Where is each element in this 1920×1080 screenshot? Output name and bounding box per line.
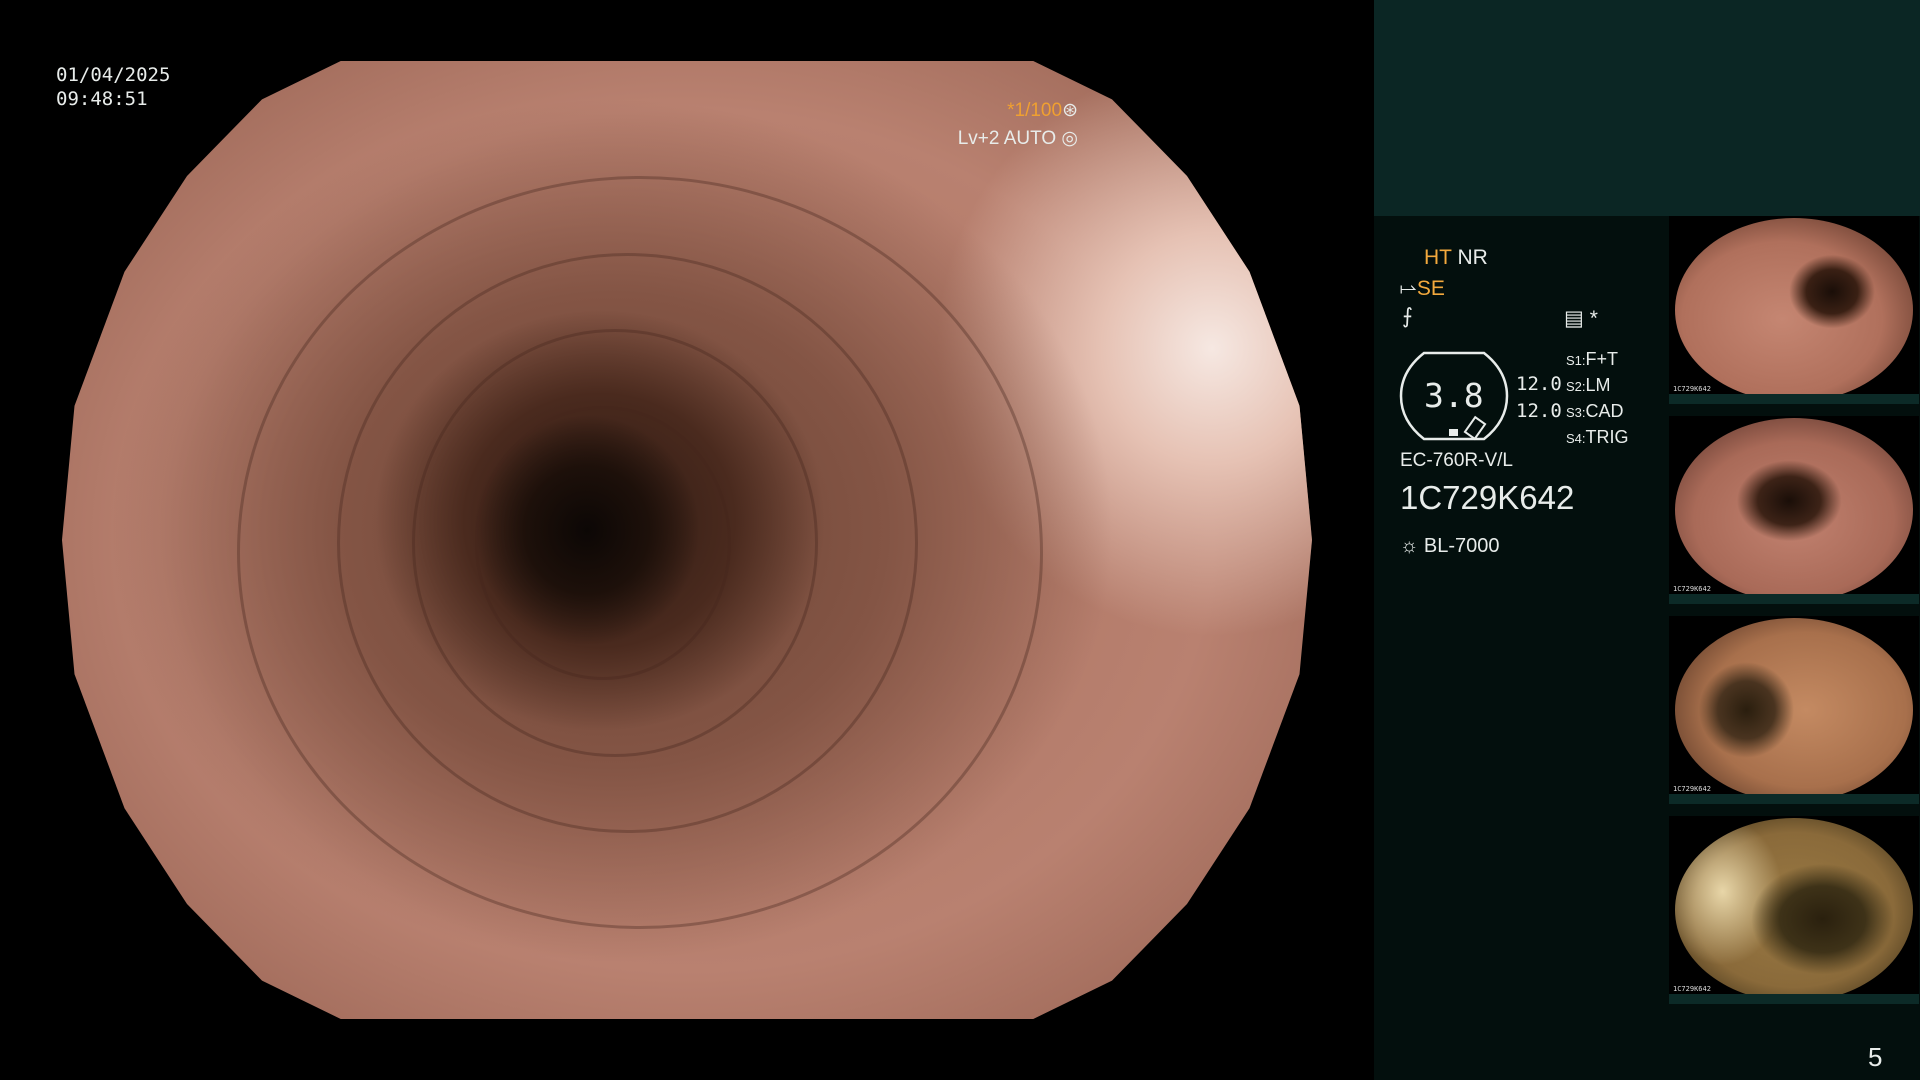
- enhancement-settings: HT NR: [1424, 245, 1488, 271]
- time-text: 09:48:51: [56, 88, 148, 110]
- zoom-values: 12.0 12.0: [1516, 371, 1562, 425]
- settings-icons: ▤ *: [1564, 306, 1598, 332]
- aperture-icon: ⊛: [1062, 100, 1078, 121]
- captured-thumbnail[interactable]: 1C729K642: [1669, 816, 1919, 1004]
- s3-value: CAD: [1585, 401, 1624, 421]
- thumbnail-id: 1C729K642: [1673, 985, 1711, 993]
- s4-value: TRIG: [1585, 427, 1629, 447]
- switch-s3: S3:CAD: [1566, 399, 1629, 425]
- structure-icon: ⥛: [1400, 277, 1417, 300]
- captured-thumbnail[interactable]: 1C729K642: [1669, 416, 1919, 604]
- switch-s1: S1:F+T: [1566, 347, 1629, 373]
- edge-icon: ⨍: [1402, 305, 1413, 328]
- switch-s2: S2:LM: [1566, 373, 1629, 399]
- ht-label: HT: [1424, 246, 1452, 269]
- light-source: ☼ BL-7000: [1400, 533, 1500, 559]
- thumbnail-id: 1C729K642: [1673, 585, 1711, 593]
- iris-icon: ◎: [1056, 128, 1078, 149]
- nr-label: NR: [1457, 246, 1488, 269]
- captured-thumbnail[interactable]: 1C729K642: [1669, 216, 1919, 404]
- shutter-text: *1/100: [1007, 100, 1063, 121]
- thumbnail-id: 1C729K642: [1673, 785, 1711, 793]
- light-source-text: BL-7000: [1423, 535, 1500, 557]
- zoom-value-1: 12.0: [1516, 373, 1562, 395]
- captured-thumbnail[interactable]: 1C729K642: [1669, 616, 1919, 804]
- switch-s4: S4:TRIG: [1566, 425, 1629, 451]
- level-text: Lv+2 AUTO: [957, 128, 1057, 149]
- date-text: 01/04/2025: [56, 64, 171, 86]
- brightness-level: Lv+2 AUTO ◎: [958, 127, 1078, 151]
- s4-key: S4:: [1566, 431, 1586, 446]
- page-number: 5: [1868, 1042, 1883, 1072]
- se-setting: ⥛SE: [1400, 276, 1445, 302]
- scale-value: 3.8: [1424, 376, 1484, 415]
- scope-serial: 1C729K642: [1400, 479, 1575, 516]
- light-source-icon: ☼: [1400, 535, 1419, 557]
- panel-header-area: [1374, 0, 1920, 216]
- s2-value: LM: [1585, 375, 1611, 395]
- s2-key: S2:: [1566, 379, 1586, 394]
- shutter-speed: *1/100⊛: [1007, 99, 1078, 123]
- thumbnail-id: 1C729K642: [1673, 385, 1711, 393]
- asterisk-icon: *: [1589, 307, 1598, 330]
- scope-model: EC-760R-V/L: [1400, 450, 1513, 471]
- memo-icon: ▤: [1564, 307, 1584, 330]
- switch-assignments: S1:F+T S2:LM S3:CAD S4:TRIG: [1566, 347, 1629, 451]
- s1-key: S1:: [1566, 353, 1586, 368]
- se-label: SE: [1416, 277, 1445, 300]
- s1-value: F+T: [1585, 349, 1619, 369]
- endoscope-live-view: [62, 61, 1312, 1019]
- datetime-overlay: 01/04/2025 09:48:51: [56, 63, 170, 111]
- s3-key: S3:: [1566, 405, 1586, 420]
- info-panel: HT NR ⥛SE ⨍ ▤ * 3.8 12.0 12.0 S1:F+T S2:…: [1374, 0, 1920, 1080]
- zoom-value-2: 12.0: [1516, 400, 1562, 422]
